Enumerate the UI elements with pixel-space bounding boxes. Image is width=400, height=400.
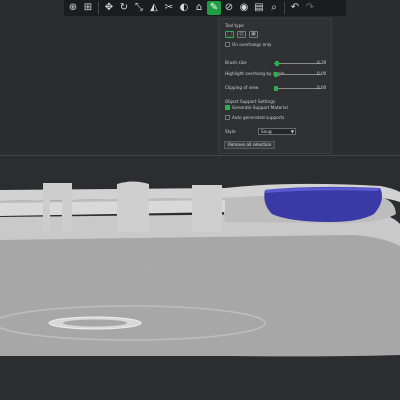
object-support-settings-label: Object Support Settings xyxy=(225,99,276,104)
clipping-of-view-label: Clipping of view xyxy=(225,85,259,90)
brush-tool-icon[interactable]: ◯ xyxy=(225,31,234,38)
generate-support-material-label: Generate Support Material xyxy=(232,105,288,110)
sphere-tool-icon[interactable]: ◎ xyxy=(237,31,246,38)
model-post-2 xyxy=(117,181,149,232)
toolbar-separator xyxy=(284,2,285,14)
arrange-icon[interactable]: ⊞ xyxy=(81,1,95,15)
bed-speck xyxy=(146,266,148,268)
add-object-icon[interactable]: ⊕ xyxy=(66,1,80,15)
on-overhangs-only-checkbox[interactable] xyxy=(225,42,230,47)
brush-size-slider[interactable] xyxy=(274,61,321,66)
remove-all-selection-button[interactable]: Remove all selection xyxy=(224,141,276,149)
model-post-3 xyxy=(192,185,222,232)
auto-generated-supports-label: Auto generated supports xyxy=(232,115,285,120)
scale-icon[interactable]: ⤡ xyxy=(132,1,146,15)
variable-layer-height-icon[interactable]: ▤ xyxy=(252,1,266,15)
place-on-face-icon[interactable]: ◭ xyxy=(147,1,161,15)
cut-icon[interactable]: ✂ xyxy=(162,1,176,15)
search-icon[interactable]: ⌕ xyxy=(267,1,281,15)
style-select[interactable]: Snug ▼ xyxy=(258,128,296,135)
brush-size-thumb[interactable] xyxy=(275,61,279,66)
tool-type-row: ◯ ◎ ▣ xyxy=(225,31,258,38)
on-overhangs-only-label: On overhangs only xyxy=(232,42,272,47)
bed-speck xyxy=(19,297,21,299)
support-paint-area xyxy=(264,186,382,222)
sla-support-points-icon[interactable]: ⌂ xyxy=(192,1,206,15)
brush-size-label: Brush size xyxy=(225,60,247,65)
style-label: Style xyxy=(225,129,236,134)
clipping-of-view-thumb[interactable] xyxy=(274,86,278,91)
fdm-supports-paint-icon[interactable]: ✎ xyxy=(207,1,221,15)
undo-icon[interactable]: ↶ xyxy=(288,1,302,15)
model-ring-core xyxy=(63,319,127,327)
highlight-overhang-slider[interactable] xyxy=(274,72,321,77)
rotate-icon[interactable]: ↻ xyxy=(117,1,131,15)
highlight-overhang-thumb[interactable] xyxy=(274,72,278,77)
mmu-paint-icon[interactable]: ◉ xyxy=(237,1,251,15)
redo-icon[interactable]: ↷ xyxy=(303,1,317,15)
support-painting-panel: Tool type ◯ ◎ ▣ On overhangs only Brush … xyxy=(218,18,332,154)
style-select-value: Snug xyxy=(261,129,272,134)
generate-support-material-checkbox[interactable] xyxy=(225,105,230,110)
chevron-down-icon: ▼ xyxy=(290,129,294,134)
clipping-of-view-value[interactable]: 0.00 xyxy=(317,85,326,90)
auto-generated-supports-checkbox[interactable] xyxy=(225,115,230,120)
seam-paint-icon[interactable]: ⊘ xyxy=(222,1,236,15)
tool-type-label: Tool type xyxy=(225,23,244,28)
highlight-overhang-value[interactable]: 0.00 xyxy=(317,71,326,76)
top-toolbar: ⊕ ⊞ ✥ ↻ ⤡ ◭ ✂ ◐ ⌂ ✎ ⊘ ◉ ▤ ⌕ ↶ ↷ xyxy=(64,0,346,16)
3d-viewport[interactable]: ⊕ ⊞ ✥ ↻ ⤡ ◭ ✂ ◐ ⌂ ✎ ⊘ ◉ ▤ ⌕ ↶ ↷ Tool typ… xyxy=(0,0,400,400)
clipping-of-view-slider[interactable] xyxy=(274,86,321,91)
fill-tool-icon[interactable]: ▣ xyxy=(249,31,258,38)
3d-scene[interactable] xyxy=(0,0,400,400)
toolbar-separator xyxy=(98,2,99,14)
hollow-icon[interactable]: ◐ xyxy=(177,1,191,15)
brush-size-value[interactable]: 0.30 xyxy=(317,60,326,65)
move-icon[interactable]: ✥ xyxy=(102,1,116,15)
